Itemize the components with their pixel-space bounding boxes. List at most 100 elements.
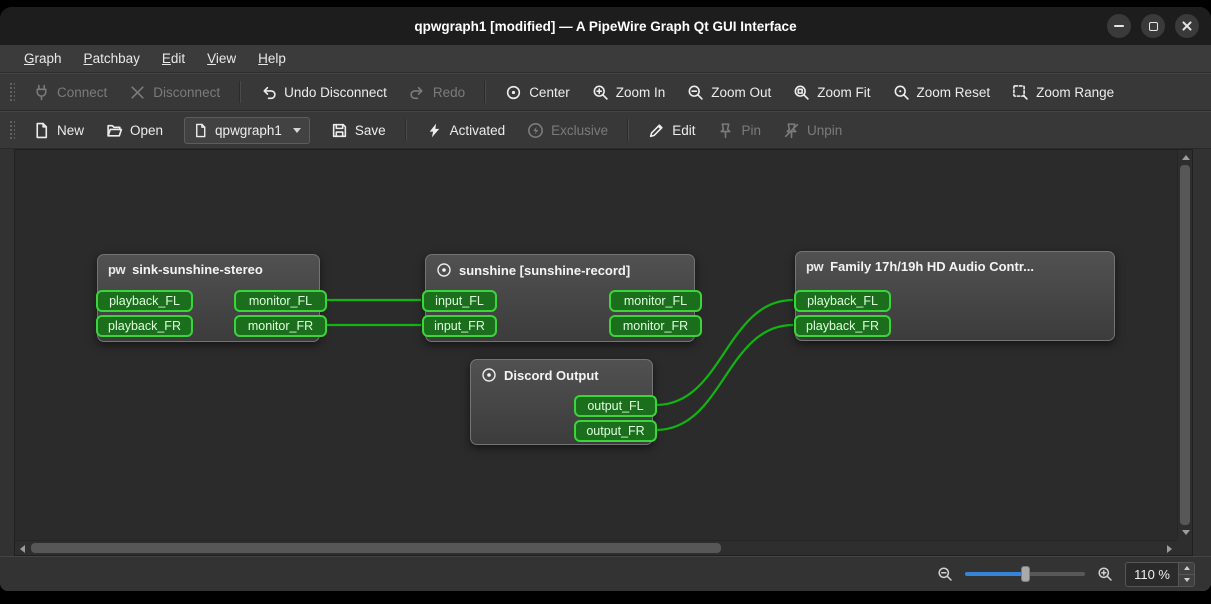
zoom-slider[interactable] (965, 566, 1086, 582)
close-button[interactable] (1175, 14, 1199, 38)
scroll-right-button[interactable] (1162, 541, 1177, 555)
redo-label: Redo (432, 84, 466, 100)
port-monitor-fr[interactable]: monitor_FR (234, 315, 327, 337)
port-monitor-fl[interactable]: monitor_FL (609, 290, 702, 312)
zoom-slider-fill (965, 572, 1024, 576)
node-sunshine-record[interactable]: sunshine [sunshine-record] input_FL inpu… (422, 254, 702, 342)
zoom-reset-icon (894, 85, 909, 100)
horizontal-scrollbar[interactable] (15, 540, 1177, 555)
zoom-decrement-button[interactable] (1179, 573, 1194, 586)
vertical-scrollbar-thumb[interactable] (1180, 165, 1190, 525)
zoom-range-button[interactable]: Zoom Range (1002, 78, 1124, 107)
menu-edit[interactable]: Edit (152, 47, 195, 70)
menu-graph[interactable]: Graph (14, 47, 72, 70)
node-title: Discord Output (471, 360, 652, 383)
toolbar-separator (404, 119, 407, 141)
toolbar-separator (627, 119, 630, 141)
save-button[interactable]: Save (321, 116, 396, 145)
zoom-slider-handle[interactable] (1021, 566, 1031, 582)
port-playback-fr[interactable]: playback_FR (96, 315, 193, 337)
scroll-down-button[interactable] (1178, 525, 1192, 540)
zoom-out-icon (688, 85, 703, 100)
document-icon (196, 123, 206, 137)
menu-help[interactable]: Help (248, 47, 296, 70)
graph-canvas[interactable]: pw sink-sunshine-stereo playback_FL play… (15, 150, 1177, 540)
window-controls (1107, 14, 1199, 38)
edit-label: Edit (672, 122, 696, 138)
port-input-fl[interactable]: input_FL (422, 290, 497, 312)
vertical-scrollbar[interactable] (1177, 150, 1192, 540)
port-output-fr[interactable]: output_FR (574, 420, 657, 442)
unpin-button: Unpin (773, 116, 852, 145)
port-monitor-fr[interactable]: monitor_FR (609, 315, 702, 337)
statusbar: 110 % (0, 556, 1211, 591)
unpin-label: Unpin (806, 122, 843, 138)
pin-label: Pin (741, 122, 761, 138)
node-title: pw Family 17h/19h HD Audio Contr... (796, 252, 1114, 274)
redo-icon (410, 86, 423, 99)
pin-button: Pin (707, 116, 771, 145)
zoom-spin-buttons (1178, 562, 1194, 586)
arrow-down-icon (1183, 578, 1190, 582)
redo-button: Redo (399, 78, 475, 107)
undo-disconnect-label: Undo Disconnect (284, 84, 387, 100)
zoom-in-icon (593, 85, 608, 100)
node-title: pw sink-sunshine-stereo (98, 255, 319, 277)
zoom-increment-button[interactable] (1179, 562, 1194, 574)
pipewire-icon: pw (108, 262, 126, 277)
toolbar-drag-handle[interactable] (8, 119, 15, 141)
session-combo[interactable]: qpwgraph1 (184, 116, 310, 144)
connect-button: Connect (23, 78, 117, 107)
unpin-icon (784, 122, 799, 138)
zoom-in-label: Zoom In (615, 84, 666, 100)
node-sink-sunshine-stereo[interactable]: pw sink-sunshine-stereo playback_FL play… (96, 254, 327, 342)
port-monitor-fl[interactable]: monitor_FL (234, 290, 327, 312)
graph-toolbar: Connect Disconnect Undo Disconnect Redo … (0, 73, 1211, 111)
menu-view[interactable]: View (197, 47, 246, 70)
horizontal-scrollbar-thumb[interactable] (31, 543, 721, 553)
open-button[interactable]: Open (96, 116, 173, 145)
toolbar-drag-handle[interactable] (8, 81, 15, 103)
zoom-fit-icon (794, 85, 809, 100)
menubar: Graph Patchbay Edit View Help (0, 45, 1211, 73)
undo-icon (263, 86, 276, 99)
zoom-in-button[interactable]: Zoom In (582, 78, 676, 107)
zoom-spinbox[interactable]: 110 % (1125, 561, 1195, 587)
new-label: New (57, 122, 85, 138)
port-playback-fl[interactable]: playback_FL (794, 290, 891, 312)
graph-canvas-frame: pw sink-sunshine-stereo playback_FL play… (14, 149, 1193, 556)
port-playback-fr[interactable]: playback_FR (794, 315, 891, 337)
open-folder-icon (107, 124, 123, 137)
zoom-reset-button[interactable]: Zoom Reset (883, 78, 1001, 107)
zoom-fit-button[interactable]: Zoom Fit (783, 78, 880, 107)
node-title-text: Family 17h/19h HD Audio Contr... (830, 259, 1034, 274)
zoom-value: 110 % (1134, 566, 1170, 582)
activated-label: Activated (449, 122, 506, 138)
menu-patchbay[interactable]: Patchbay (74, 47, 150, 70)
scroll-left-button[interactable] (15, 541, 30, 555)
edit-button[interactable]: Edit (638, 116, 705, 145)
titlebar: qpwgraph1 [modified] — A PipeWire Graph … (0, 7, 1211, 45)
pin-icon (720, 122, 732, 138)
activated-button[interactable]: Activated (416, 116, 516, 145)
undo-disconnect-button[interactable]: Undo Disconnect (250, 78, 397, 107)
maximize-button[interactable] (1141, 14, 1165, 38)
scrollbar-corner (1177, 540, 1192, 555)
port-output-fl[interactable]: output_FL (574, 395, 657, 417)
chevron-down-icon (292, 127, 301, 133)
scroll-up-button[interactable] (1178, 150, 1192, 165)
toolbar-separator (239, 81, 242, 103)
port-playback-fl[interactable]: playback_FL (96, 290, 193, 312)
new-button[interactable]: New (23, 116, 94, 145)
save-icon (332, 123, 346, 137)
window-title: qpwgraph1 [modified] — A PipeWire Graph … (414, 18, 797, 34)
patch-cables (325, 298, 794, 432)
port-input-fr[interactable]: input_FR (422, 315, 497, 337)
node-discord-output[interactable]: Discord Output output_FL output_FR (470, 359, 657, 445)
zoom-out-button[interactable]: Zoom Out (677, 78, 781, 107)
minimize-button[interactable] (1107, 14, 1131, 38)
exclusive-button: Exclusive (517, 116, 618, 145)
pipewire-icon: pw (806, 259, 824, 274)
node-family-hd-audio[interactable]: pw Family 17h/19h HD Audio Contr... play… (794, 251, 1115, 341)
center-button[interactable]: Center (495, 78, 580, 107)
